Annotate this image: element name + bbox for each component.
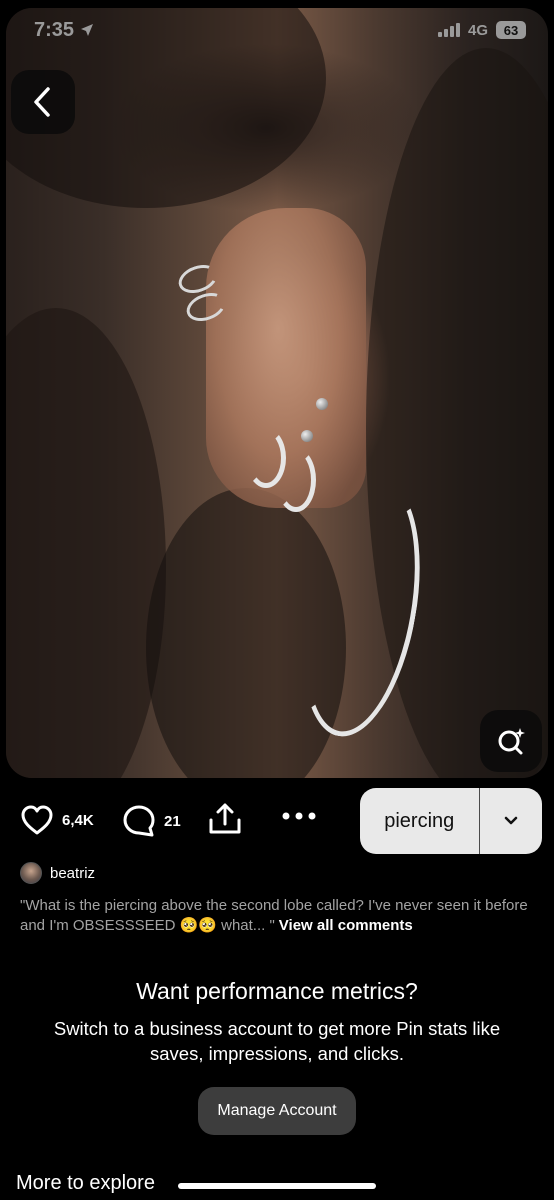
promo-body: Switch to a business account to get more… <box>53 1018 501 1064</box>
more-options-button[interactable] <box>280 810 318 822</box>
like-button[interactable]: 6,4K <box>20 804 94 836</box>
action-row: 6,4K 21 piercing <box>0 788 554 854</box>
creator-name: beatriz <box>50 864 96 882</box>
signal-icon <box>437 23 460 37</box>
back-button[interactable] <box>11 70 75 134</box>
network-label: 4G <box>467 21 488 39</box>
status-indicators: 4G 63 <box>437 21 526 39</box>
location-arrow-icon <box>81 24 94 36</box>
share-button[interactable] <box>207 802 243 836</box>
top-comment: "What is the piercing above the second l… <box>20 896 540 936</box>
avatar <box>20 862 42 884</box>
visual-search-icon <box>498 728 525 755</box>
chevron-left-icon <box>34 87 50 117</box>
board-select: piercing <box>360 788 542 854</box>
share-icon <box>209 803 241 834</box>
view-all-comments-link[interactable]: View all comments <box>279 917 413 934</box>
stud-earring <box>301 430 313 442</box>
comment-button[interactable]: 21 <box>122 804 181 838</box>
board-dropdown-button[interactable] <box>480 788 542 854</box>
status-bar: 7:35 4G 63 <box>0 0 554 60</box>
comment-text: "What is the piercing above the second l… <box>20 897 528 934</box>
board-name-label: piercing <box>384 809 455 832</box>
comment-icon <box>123 805 155 837</box>
more-icon <box>282 812 316 820</box>
chevron-down-icon <box>504 816 518 825</box>
stud-earring <box>316 398 328 410</box>
manage-account-button[interactable]: Manage Account <box>198 1087 356 1135</box>
battery-icon: 63 <box>496 21 526 39</box>
heart-icon <box>21 805 53 835</box>
comment-count: 21 <box>164 812 181 830</box>
save-to-board-button[interactable]: piercing <box>360 788 479 854</box>
status-time: 7:35 <box>34 19 94 42</box>
home-indicator[interactable] <box>178 1183 376 1189</box>
hoop-earring <box>276 448 316 512</box>
more-to-explore-heading: More to explore <box>16 1172 155 1194</box>
promo-title: Want performance metrics? <box>136 978 418 1004</box>
visual-search-button[interactable] <box>480 710 542 772</box>
like-count: 6,4K <box>62 811 94 829</box>
manage-account-label: Manage Account <box>217 1102 337 1119</box>
status-time-text: 7:35 <box>34 18 75 41</box>
pin-image[interactable] <box>6 8 548 778</box>
creator-profile-link[interactable]: beatriz <box>20 862 95 884</box>
battery-level: 63 <box>503 22 519 38</box>
